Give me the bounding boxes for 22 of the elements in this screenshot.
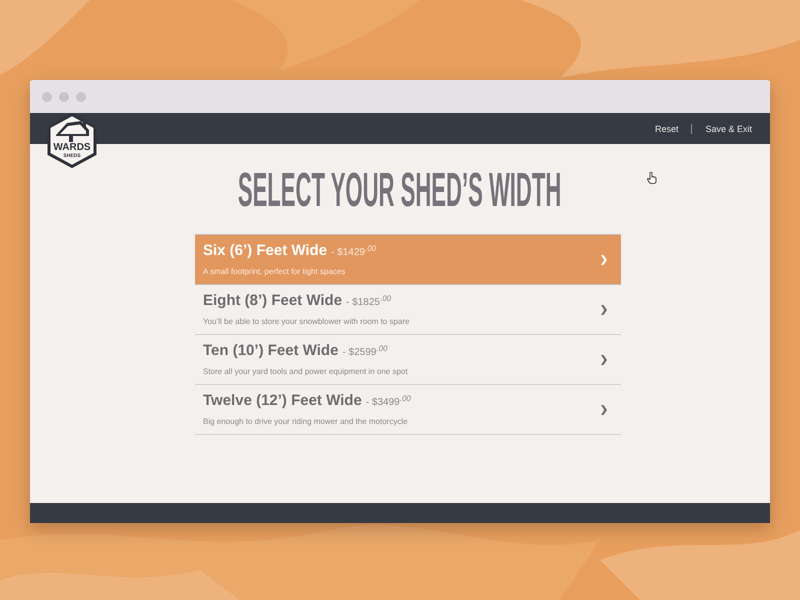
hand-pointer-icon — [647, 172, 657, 184]
option-description: A small footprint, perfect for tight spaces — [203, 266, 346, 278]
option-price: - $1429$^{.00}$ — [331, 243, 376, 260]
option-name: Eight (8’) Feet Wide — [203, 291, 342, 311]
width-option[interactable]: Six (6’) Feet Wide - $1429$^{.00}$ A small footprint, perfect for tight spaces — [195, 235, 621, 285]
chevron-right-icon — [601, 254, 607, 264]
option-description: You’ll be able to store your snowblower with room to spare — [203, 316, 410, 328]
page-title: SELECT YOUR SHED’S WIDTH — [238, 167, 562, 215]
option-name: Ten (10’) Feet Wide — [203, 341, 338, 361]
chevron-right-icon — [601, 354, 607, 364]
nav-link[interactable]: Save & Exit — [705, 122, 752, 134]
option-price: - $3499$^{.00}$ — [366, 393, 411, 410]
option-price: - $2599$^{.00}$ — [342, 343, 388, 360]
option-description: Big enough to drive your riding mower and the motorcycle — [203, 416, 409, 428]
option-name: Twelve (12’) Feet Wide — [203, 391, 362, 411]
option-price: - $1825$^{.00}$ — [346, 293, 392, 310]
logo-wordmark: WARDS — [52, 143, 92, 153]
option-description: Store all your yard tools and power equipment in one spot — [203, 366, 408, 378]
chevron-right-icon — [601, 304, 607, 314]
nav-link[interactable]: Reset — [654, 122, 678, 134]
option-name: Six (6’) Feet Wide — [203, 241, 328, 261]
chevron-right-icon — [601, 404, 607, 414]
